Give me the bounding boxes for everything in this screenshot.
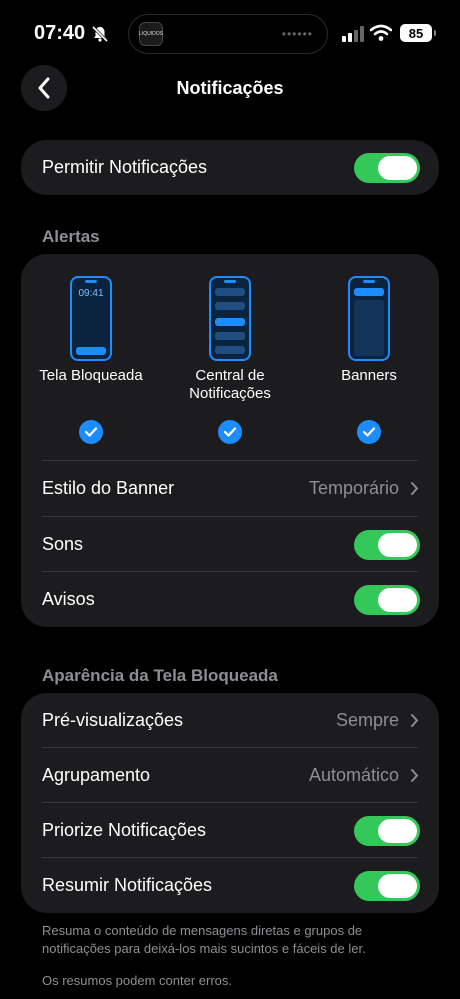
island-app-label: LIQUIDOS [139, 31, 163, 37]
alert-option-lock-screen[interactable]: 09:41 Tela Bloqueada [21, 276, 161, 385]
alert-option-banners[interactable]: Banners [299, 276, 439, 385]
chevron-right-icon [411, 769, 418, 782]
alerts-header: Alertas [42, 227, 100, 246]
app-icon: LIQUIDOS [139, 22, 163, 46]
badges-toggle[interactable] [354, 584, 420, 615]
dynamic-island[interactable]: LIQUIDOS •••••• [128, 14, 328, 54]
toggle-knob [378, 587, 417, 612]
chevron-right-icon [411, 482, 418, 495]
lock-screen-time: 09:41 [78, 288, 104, 299]
lock-screen-illustration: 09:41 [70, 276, 112, 361]
toggle-knob [378, 532, 417, 557]
prioritize-toggle[interactable] [354, 815, 420, 846]
previews-row[interactable]: Pré-visualizações Sempre [21, 693, 439, 748]
badges-row: Avisos [21, 572, 439, 627]
lockscreen-header: Aparência da Tela Bloqueada [42, 666, 278, 685]
summary-disclaimer: Os resumos podem conter erros. [42, 973, 233, 988]
badges-label: Avisos [42, 589, 95, 609]
prioritize-row: Priorize Notificações [21, 803, 439, 858]
banners-illustration [348, 276, 390, 361]
toggle-knob [378, 155, 417, 180]
alert-option-label: Banners [341, 367, 397, 384]
summarize-toggle[interactable] [354, 870, 420, 901]
banner-style-value: Temporário [308, 478, 399, 498]
grouping-row[interactable]: Agrupamento Automático [21, 748, 439, 803]
sounds-row: Sons [21, 517, 439, 572]
toggle-knob [378, 873, 417, 898]
toggle-knob [378, 818, 417, 843]
alert-option-notification-center[interactable]: Central de Notificações [160, 276, 300, 403]
silent-bell-icon [92, 25, 109, 42]
notification-center-illustration [209, 276, 251, 361]
previews-label: Pré-visualizações [42, 710, 184, 730]
checkmark-icon[interactable] [218, 420, 242, 444]
chevron-right-icon [411, 714, 418, 727]
banner-style-label: Estilo do Banner [42, 478, 175, 498]
clock: 07:40 [34, 22, 86, 44]
allow-notifications-row: Permitir Notificações [21, 140, 439, 195]
checkmark-icon[interactable] [357, 420, 381, 444]
alert-option-label: Central de Notificações [189, 367, 271, 402]
status-bar: 07:40 LIQUIDOS •••••• 85 [0, 0, 460, 64]
previews-value: Sempre [335, 710, 399, 730]
sounds-label: Sons [42, 534, 84, 554]
banner-style-row[interactable]: Estilo do Banner Temporário [21, 461, 439, 516]
summarize-row: Resumir Notificações [21, 858, 439, 913]
allow-notifications-card: Permitir Notificações [21, 140, 439, 195]
lockscreen-card: Pré-visualizações Sempre Agrupamento Aut… [21, 693, 439, 913]
wifi-icon [370, 24, 392, 41]
alert-option-label: Tela Bloqueada [39, 367, 143, 384]
page-title: Notificações [176, 78, 284, 98]
grouping-value: Automático [308, 765, 399, 785]
checkmark-icon[interactable] [79, 420, 103, 444]
allow-notifications-toggle[interactable] [354, 152, 420, 183]
waveform-icon: •••••• [281, 27, 313, 41]
cellular-signal-icon [342, 26, 364, 42]
summary-footnote: Resuma o conteúdo de mensagens diretas e… [42, 923, 366, 956]
status-time: 07:40 [34, 22, 109, 45]
prioritize-label: Priorize Notificações [42, 820, 207, 840]
summarize-label: Resumir Notificações [42, 875, 213, 895]
battery-indicator: 85 [400, 24, 436, 42]
grouping-label: Agrupamento [42, 765, 151, 785]
alerts-card: 09:41 Tela Bloqueada Central de Notifica… [21, 254, 439, 627]
allow-notifications-label: Permitir Notificações [42, 157, 208, 177]
sounds-toggle[interactable] [354, 529, 420, 560]
